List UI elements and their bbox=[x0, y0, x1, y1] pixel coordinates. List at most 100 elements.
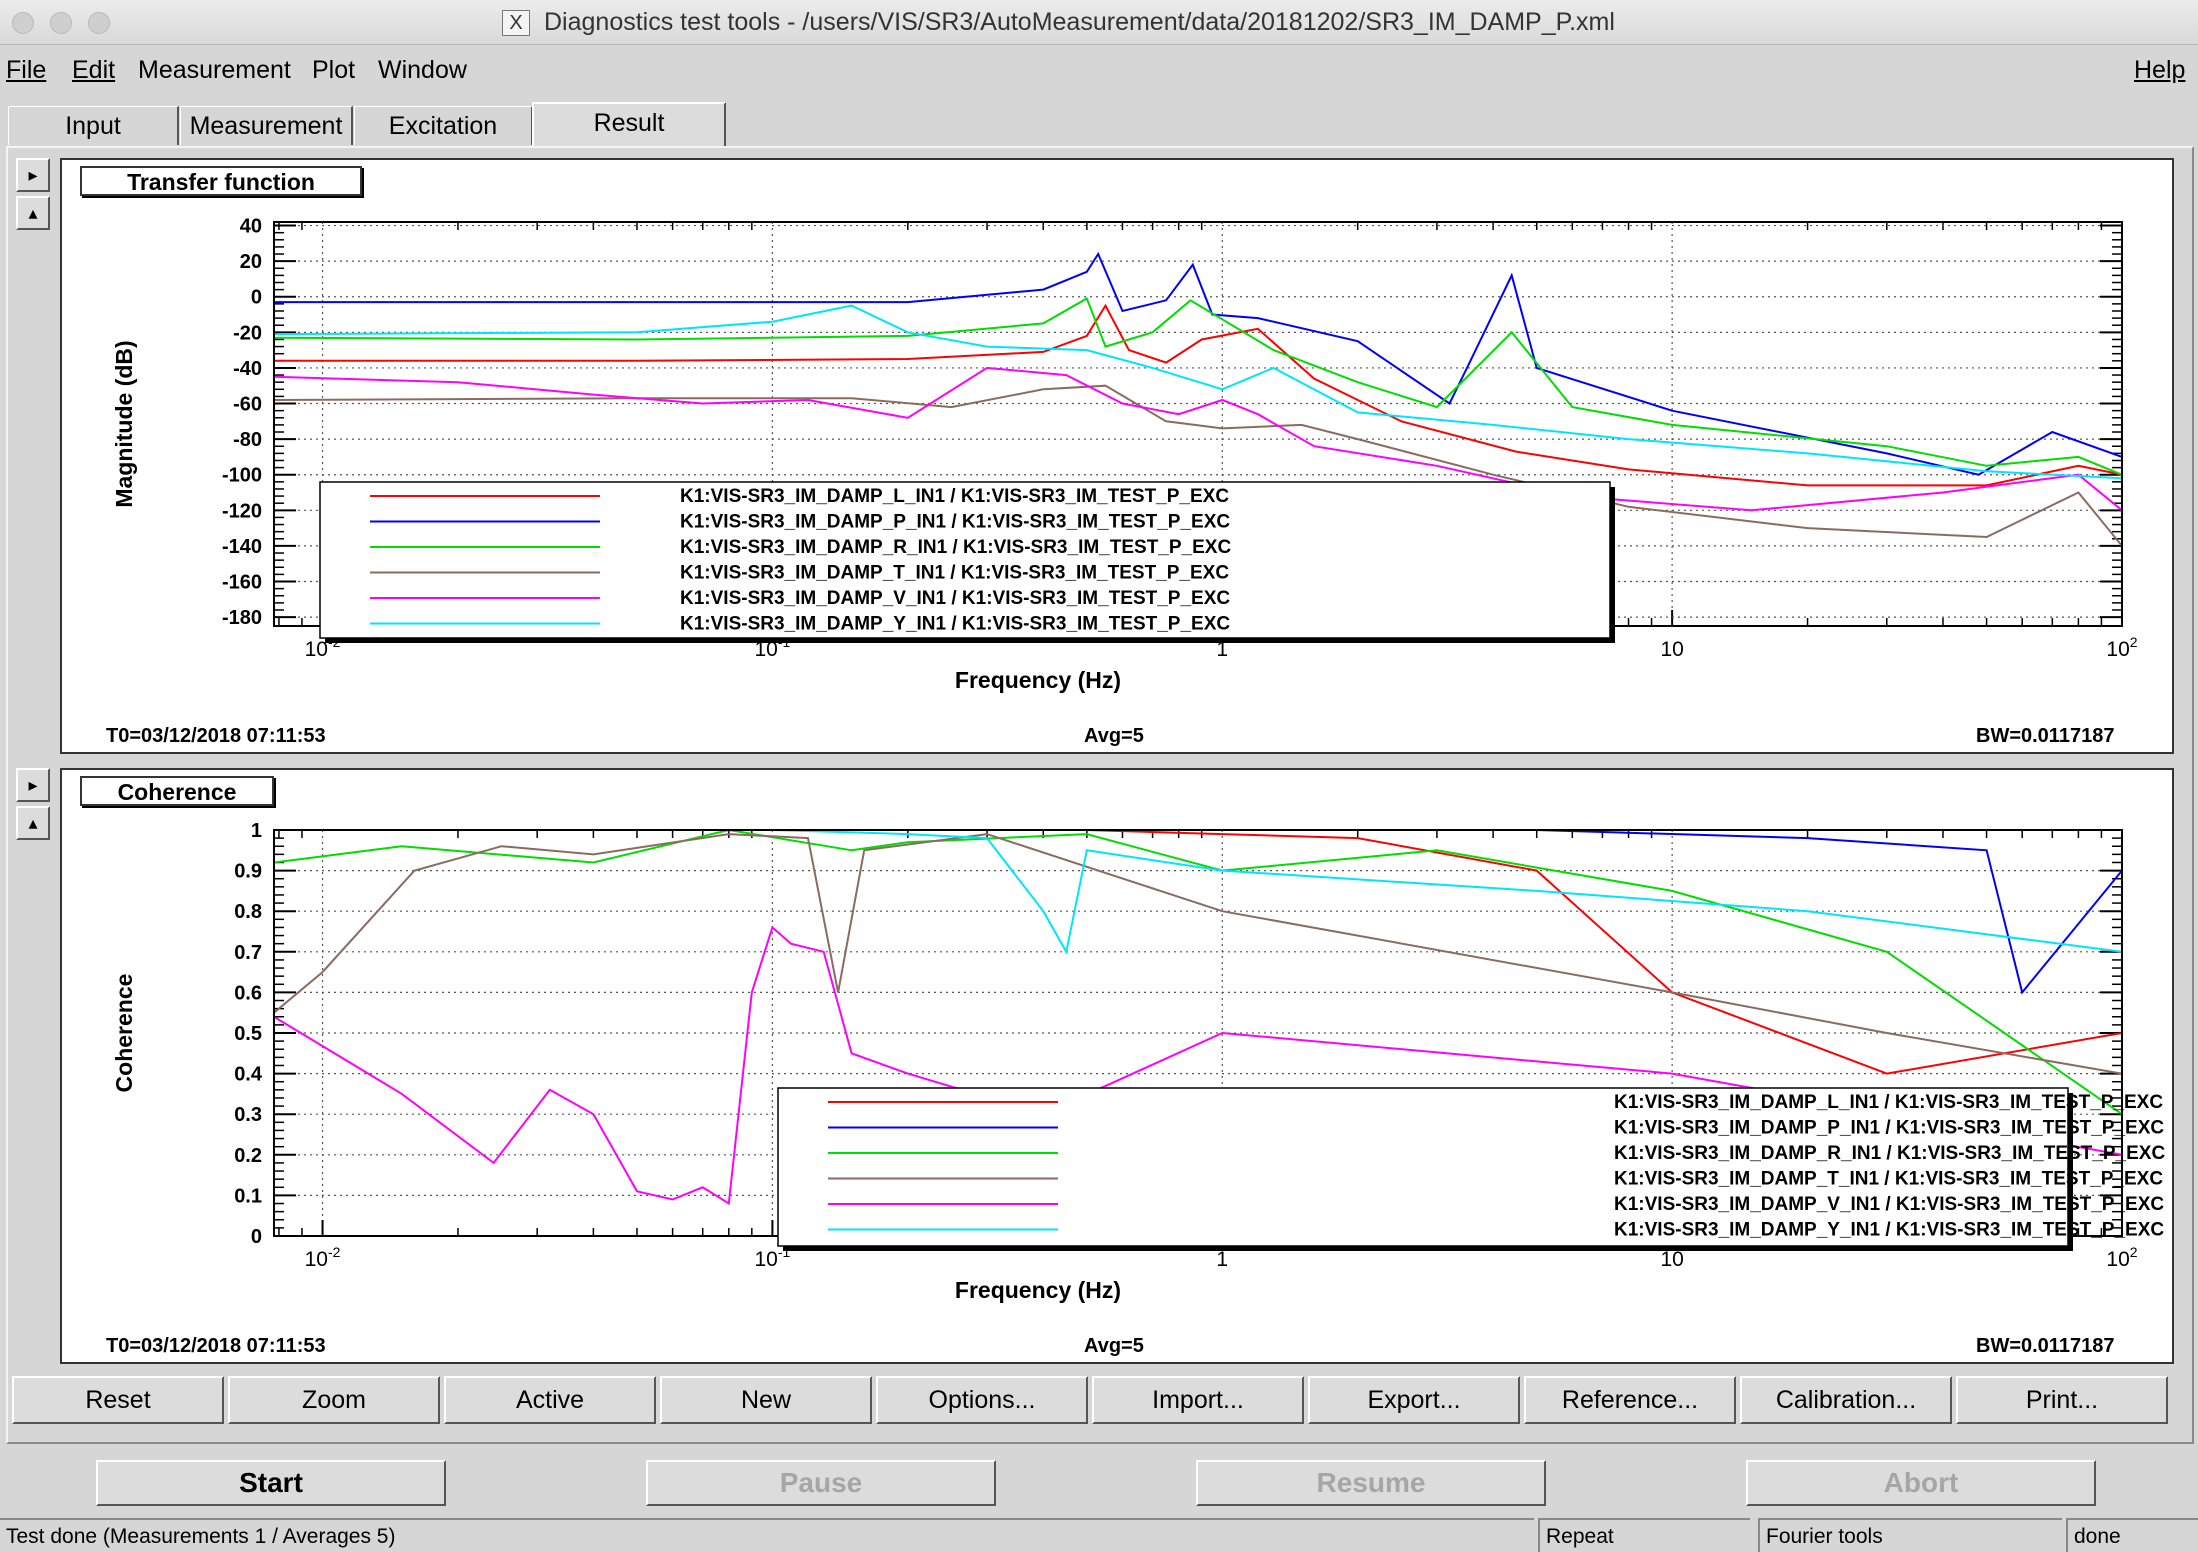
legend-entry: K1:VIS-SR3_IM_DAMP_V_IN1 / K1:VIS-SR3_IM… bbox=[680, 588, 1230, 609]
y-tick-label: 0.1 bbox=[234, 1185, 262, 1207]
y-tick-label: -120 bbox=[222, 500, 262, 522]
avg-label: Avg=5 bbox=[1084, 1335, 1144, 1357]
y-tick-label: -140 bbox=[222, 536, 262, 558]
legend-entry: K1:VIS-SR3_IM_DAMP_Y_IN1 / K1:VIS-SR3_IM… bbox=[1614, 1220, 2164, 1241]
y-tick-label: 20 bbox=[240, 251, 262, 273]
x-tick-label: 10 bbox=[1660, 1248, 1683, 1271]
x-tick-label: 10 bbox=[1660, 638, 1683, 661]
legend-entry: K1:VIS-SR3_IM_DAMP_P_IN1 / K1:VIS-SR3_IM… bbox=[680, 512, 1230, 533]
x-tick-label: 10-2 bbox=[305, 1244, 341, 1271]
y-tick-label: -80 bbox=[233, 429, 262, 451]
y-axis-label: Coherence bbox=[111, 974, 137, 1093]
legend-entry: K1:VIS-SR3_IM_DAMP_R_IN1 / K1:VIS-SR3_IM… bbox=[1614, 1143, 2165, 1164]
y-tick-label: 0.6 bbox=[234, 982, 262, 1004]
y-tick-label: 0 bbox=[251, 1226, 262, 1248]
x-axis-label: Frequency (Hz) bbox=[955, 667, 1121, 693]
calibration-button[interactable]: Calibration... bbox=[1740, 1376, 1952, 1424]
menu-edit[interactable]: Edit bbox=[72, 56, 115, 85]
window-titlebar: X Diagnostics test tools - /users/VIS/SR… bbox=[0, 0, 2198, 45]
y-tick-label: -100 bbox=[222, 465, 262, 487]
export-button[interactable]: Export... bbox=[1308, 1376, 1520, 1424]
expand-right-icon[interactable]: ▸ bbox=[16, 158, 50, 192]
transfer-function-plot[interactable]: 10-210-111010240200-20-40-60-80-100-120-… bbox=[62, 160, 2172, 752]
coherence-panel[interactable]: 10-2 10-1 1 10 102 1 0.9 0.8 0.7 0.6 0.5 0.4 0.3 0.2 0… bbox=[60, 768, 2174, 1364]
x-axis-label: Frequency (Hz) bbox=[955, 1277, 1121, 1303]
x-tick-label: 102 bbox=[2106, 634, 2137, 661]
menu-plot[interactable]: Plot bbox=[312, 56, 355, 85]
x-tick-label: 102 bbox=[2106, 1244, 2137, 1271]
y-tick-label: 0.2 bbox=[234, 1145, 262, 1167]
minimize-window-button[interactable] bbox=[50, 12, 72, 34]
bw-label: BW=0.0117187 bbox=[1976, 1335, 2115, 1357]
new-button[interactable]: New bbox=[660, 1376, 872, 1424]
maximize-window-button[interactable] bbox=[88, 12, 110, 34]
y-tick-label: 0.9 bbox=[234, 861, 262, 883]
y-tick-label: -180 bbox=[222, 607, 262, 629]
y-tick-label: 0 bbox=[251, 287, 262, 309]
transfer-function-panel[interactable]: 10-210-111010240200-20-40-60-80-100-120-… bbox=[60, 158, 2174, 754]
status-repeat: Repeat bbox=[1538, 1518, 1750, 1552]
x-tick-label: 1 bbox=[1216, 1248, 1228, 1271]
tab-measurement[interactable]: Measurement bbox=[180, 106, 353, 145]
y-tick-label: -60 bbox=[233, 394, 262, 416]
abort-button[interactable]: Abort bbox=[1746, 1460, 2096, 1506]
active-button[interactable]: Active bbox=[444, 1376, 656, 1424]
bw-label: BW=0.0117187 bbox=[1976, 725, 2115, 747]
t0-label: T0=03/12/2018 07:11:53 bbox=[106, 725, 326, 747]
y-axis-label: Magnitude (dB) bbox=[111, 340, 137, 507]
tab-excitation[interactable]: Excitation bbox=[354, 106, 533, 145]
x-tick-exponent: 2 bbox=[2130, 1244, 2138, 1260]
y-tick-label: 0.5 bbox=[234, 1023, 262, 1045]
status-message: Test done (Measurements 1 / Averages 5) bbox=[0, 1518, 1534, 1552]
legend-entry: K1:VIS-SR3_IM_DAMP_P_IN1 / K1:VIS-SR3_IM… bbox=[1614, 1118, 2164, 1139]
legend-entry: K1:VIS-SR3_IM_DAMP_Y_IN1 / K1:VIS-SR3_IM… bbox=[680, 614, 1230, 635]
t0-label: T0=03/12/2018 07:11:53 bbox=[106, 1335, 326, 1357]
start-button[interactable]: Start bbox=[96, 1460, 446, 1506]
reset-button[interactable]: Reset bbox=[12, 1376, 224, 1424]
close-window-button[interactable] bbox=[12, 12, 34, 34]
status-bar: Test done (Measurements 1 / Averages 5) … bbox=[0, 1518, 2198, 1552]
series-line bbox=[274, 297, 2122, 476]
series-line bbox=[274, 304, 2122, 480]
pause-button[interactable]: Pause bbox=[646, 1460, 996, 1506]
coherence-plot[interactable]: 10-2 10-1 1 10 10210.90.80.70.60.50.40.30.20… bbox=[62, 770, 2172, 1362]
window-title: Diagnostics test tools - /users/VIS/SR3/… bbox=[544, 8, 1615, 36]
y-tick-label: 0.4 bbox=[234, 1064, 263, 1086]
legend-entry: K1:VIS-SR3_IM_DAMP_V_IN1 / K1:VIS-SR3_IM… bbox=[1614, 1194, 2164, 1215]
tab-input[interactable]: Input bbox=[8, 106, 179, 145]
x11-icon: X bbox=[502, 10, 530, 36]
reference-button[interactable]: Reference... bbox=[1524, 1376, 1736, 1424]
legend-entry: K1:VIS-SR3_IM_DAMP_L_IN1 / K1:VIS-SR3_IM… bbox=[1614, 1092, 2163, 1113]
status-state: done bbox=[2066, 1518, 2198, 1552]
y-tick-label: 40 bbox=[240, 216, 262, 238]
expand-right-icon[interactable]: ▸ bbox=[16, 768, 50, 802]
menu-bar: File Edit Measurement Plot Window Help bbox=[0, 52, 2198, 94]
menu-help[interactable]: Help bbox=[2134, 56, 2185, 85]
status-tools: Fourier tools bbox=[1758, 1518, 2062, 1552]
resume-button[interactable]: Resume bbox=[1196, 1460, 1546, 1506]
expand-up-icon[interactable]: ▴ bbox=[16, 806, 50, 840]
menu-file[interactable]: File bbox=[6, 56, 46, 85]
y-tick-label: 0.3 bbox=[234, 1104, 262, 1126]
options-button[interactable]: Options... bbox=[876, 1376, 1088, 1424]
expand-up-icon[interactable]: ▴ bbox=[16, 196, 50, 230]
menu-window[interactable]: Window bbox=[378, 56, 467, 85]
y-tick-label: 1 bbox=[251, 820, 262, 842]
legend-entry: K1:VIS-SR3_IM_DAMP_R_IN1 / K1:VIS-SR3_IM… bbox=[680, 537, 1231, 558]
tab-result[interactable]: Result bbox=[532, 102, 726, 148]
import-button[interactable]: Import... bbox=[1092, 1376, 1304, 1424]
series-line bbox=[274, 830, 2122, 1116]
y-tick-label: -160 bbox=[222, 572, 262, 594]
panel-title: Coherence bbox=[80, 776, 274, 806]
series-line bbox=[274, 830, 2122, 955]
y-tick-label: -20 bbox=[233, 322, 262, 344]
avg-label: Avg=5 bbox=[1084, 725, 1144, 747]
zoom-button[interactable]: Zoom bbox=[228, 1376, 440, 1424]
print-button[interactable]: Print... bbox=[1956, 1376, 2168, 1424]
x-tick-exponent: 2 bbox=[2130, 634, 2138, 650]
y-tick-label: 0.7 bbox=[234, 942, 262, 964]
legend-entry: K1:VIS-SR3_IM_DAMP_L_IN1 / K1:VIS-SR3_IM… bbox=[680, 486, 1229, 507]
menu-measurement[interactable]: Measurement bbox=[138, 56, 291, 85]
legend-entry: K1:VIS-SR3_IM_DAMP_T_IN1 / K1:VIS-SR3_IM… bbox=[680, 563, 1229, 584]
legend-entry: K1:VIS-SR3_IM_DAMP_T_IN1 / K1:VIS-SR3_IM… bbox=[1614, 1169, 2163, 1190]
